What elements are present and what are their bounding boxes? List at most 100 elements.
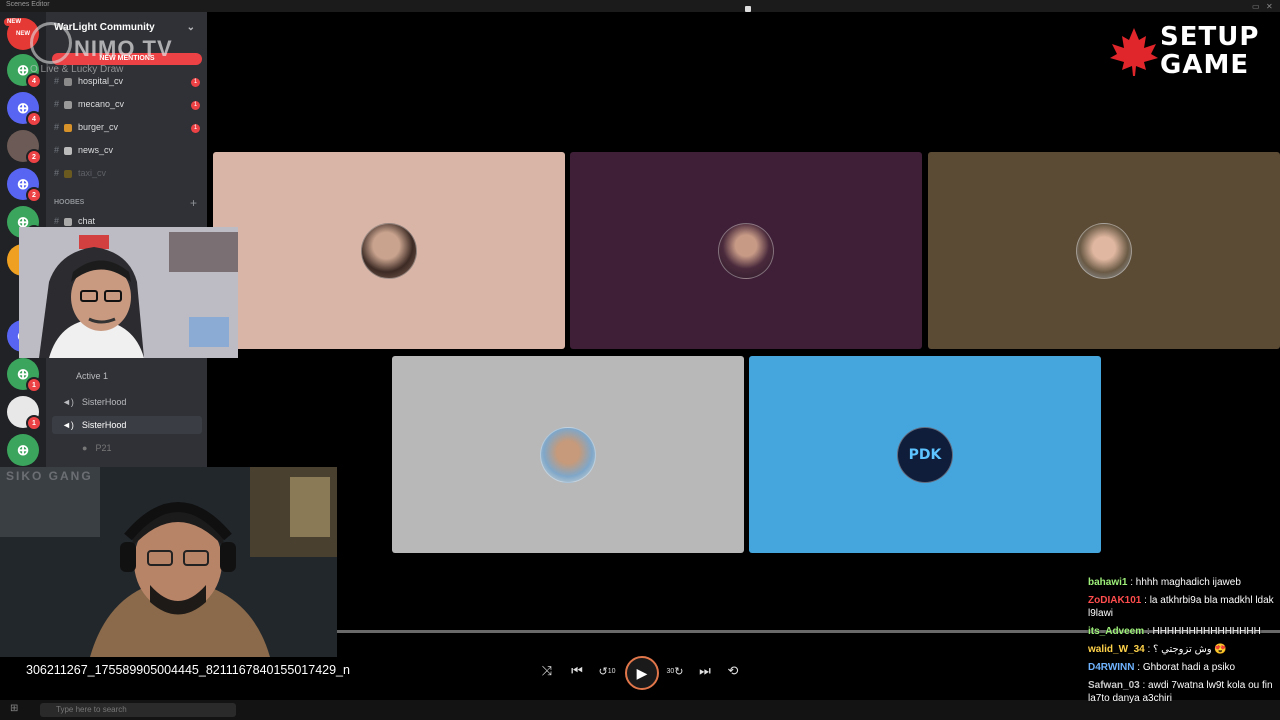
server-badge: 1: [26, 377, 42, 393]
channel-label: taxi_cv: [78, 168, 107, 178]
new-tag: NEW: [4, 18, 24, 26]
webcam-streamer-image: [0, 467, 337, 657]
hash-icon: #: [54, 145, 60, 155]
repeat-off-icon[interactable]: ⟲: [722, 660, 744, 682]
chat-username: ZoDIAK101: [1088, 595, 1142, 606]
chat-username: its_Adveem: [1088, 626, 1145, 637]
setup-game-logo: SETUP GAME: [1108, 22, 1273, 82]
previous-icon[interactable]: ⏮: [566, 660, 588, 682]
chat-message: D4RWINN : Ghborat hadi a psiko: [1088, 661, 1278, 674]
burger-icon: [64, 123, 73, 132]
video-filename: 306211267_175589905004445_82111678401550…: [26, 663, 350, 677]
next-icon[interactable]: ⏭: [694, 660, 716, 682]
play-icon: ▶: [636, 664, 648, 681]
voice-header[interactable]: Active 1: [76, 367, 202, 385]
server-badge: 2: [26, 187, 42, 203]
webcam-person-image: [19, 227, 238, 358]
voice-user[interactable]: ◄) SisterHood: [52, 393, 202, 411]
nimo-logo-icon: [30, 22, 72, 64]
voice-user-label: SisterHood: [81, 420, 127, 430]
channel-burger[interactable]: # burger_cv 1: [54, 122, 204, 138]
discord-server-icon[interactable]: ⊕4: [7, 92, 42, 127]
channel-label: mecano_cv: [78, 99, 125, 109]
chat-username: walid_W_34: [1088, 644, 1145, 655]
voice-user-label: SisterHood: [81, 397, 127, 407]
unread-badge: 1: [191, 124, 200, 133]
channel-mecano[interactable]: # mecano_cv 1: [54, 99, 204, 115]
play-button[interactable]: ▶: [625, 656, 659, 690]
chat-message: its_Adveem : HHHHHHHHHHHHHHH: [1088, 625, 1278, 638]
window-title: Scenes Editor: [6, 1, 50, 8]
taxi-icon: [64, 169, 73, 178]
chat-text: : HHHHHHHHHHHHHHH: [1146, 626, 1261, 637]
newspaper-icon: [64, 146, 73, 155]
server-avatar[interactable]: 1: [7, 396, 42, 431]
chat-message: walid_W_34 : وش تزوجتي ؟ 😍: [1088, 643, 1278, 656]
participant-tile[interactable]: [928, 152, 1280, 349]
shuffle-icon[interactable]: ⤨: [536, 660, 558, 682]
voice-user-label: P21: [95, 443, 112, 453]
chat-message: Safwan_03 : awdi 7watna lw9t kola ou fin…: [1088, 679, 1278, 705]
channel-news[interactable]: # news_cv: [54, 145, 204, 161]
skip-back-button[interactable]: ↺ 10: [596, 660, 618, 682]
pdk-avatar: PDK: [897, 426, 953, 483]
skip-forward-button[interactable]: 30 ↻: [664, 660, 686, 682]
logo-line2: GAME: [1160, 50, 1250, 80]
server-badge: 1: [26, 415, 42, 431]
participant-tile[interactable]: [213, 152, 565, 349]
background-text: SIKO GANG: [6, 469, 93, 483]
new-badge: NEW: [16, 31, 30, 37]
speech-icon: [64, 217, 73, 226]
chat-message: ZoDIAK101 : la atkhrbi9a bla madkhl ldak…: [1088, 594, 1278, 620]
minimize-icon[interactable]: ▭: [1252, 2, 1260, 11]
chat-username: D4RWINN: [1088, 662, 1135, 673]
channel-taxi[interactable]: # taxi_cv: [54, 168, 204, 184]
close-icon[interactable]: ✕: [1266, 2, 1273, 11]
chat-username: bahawi1: [1088, 577, 1128, 588]
webcam-overlay-1: [19, 227, 238, 358]
chat-message: bahawi1 : hhhh maghadich ijaweb: [1088, 576, 1278, 589]
webcam-overlay-2: SIKO GANG: [0, 467, 337, 657]
participant-avatar: [718, 222, 774, 279]
participant-tile[interactable]: [392, 356, 744, 553]
speaker-icon: ◄): [62, 420, 74, 430]
chat-text: : hhhh maghadich ijaweb: [1130, 577, 1241, 588]
skip-back-label: 10: [607, 667, 616, 675]
channel-label: news_cv: [78, 145, 114, 155]
add-channel-icon[interactable]: +: [190, 196, 197, 210]
wrench-icon: [64, 100, 73, 109]
participant-avatar: [1076, 222, 1132, 279]
voice-user[interactable]: ● P21: [52, 439, 202, 457]
channel-label: chat: [78, 216, 96, 226]
nimo-tagline: O Live & Lucky Draw: [30, 64, 124, 75]
discord-server-icon[interactable]: ⊕2: [7, 168, 42, 203]
category-header[interactable]: HOOBES: [54, 199, 84, 206]
voice-header-label: Active 1: [76, 371, 109, 381]
participant-tile[interactable]: [570, 152, 922, 349]
nimo-brand: NIMO TV: [74, 36, 173, 61]
server-badge: 4: [26, 111, 42, 127]
voice-user-selected[interactable]: ◄) SisterHood: [52, 416, 202, 434]
chat-text: : وش تزوجتي ؟ 😍: [1147, 644, 1227, 655]
channel-label: burger_cv: [78, 122, 119, 132]
nimo-tv-watermark: NIMO TV O Live & Lucky Draw: [30, 22, 200, 82]
taskbar-search[interactable]: Type here to search: [40, 703, 236, 717]
server-badge: 2: [26, 149, 42, 165]
unread-badge: 1: [191, 101, 200, 110]
discord-server-icon[interactable]: ⊕ 1: [7, 358, 42, 393]
maple-leaf-icon: [1110, 28, 1158, 76]
chat-username: Safwan_03: [1088, 680, 1140, 691]
chat-text: : Ghborat hadi a psiko: [1137, 662, 1236, 673]
discord-server-icon[interactable]: ⊕: [7, 434, 39, 466]
windows-icon[interactable]: ⊞: [10, 703, 18, 714]
participant-avatar: [540, 426, 596, 483]
hash-icon: #: [54, 216, 60, 226]
hash-icon: #: [54, 99, 60, 109]
hash-icon: #: [54, 168, 60, 178]
speaker-icon: ◄): [62, 397, 74, 407]
participant-avatar: [361, 222, 417, 279]
participant-tile[interactable]: PDK: [749, 356, 1101, 553]
server-avatar[interactable]: 2: [7, 130, 42, 165]
hash-icon: #: [54, 122, 60, 132]
stream-chat: bahawi1 : hhhh maghadich ijaweb ZoDIAK10…: [1088, 576, 1278, 710]
